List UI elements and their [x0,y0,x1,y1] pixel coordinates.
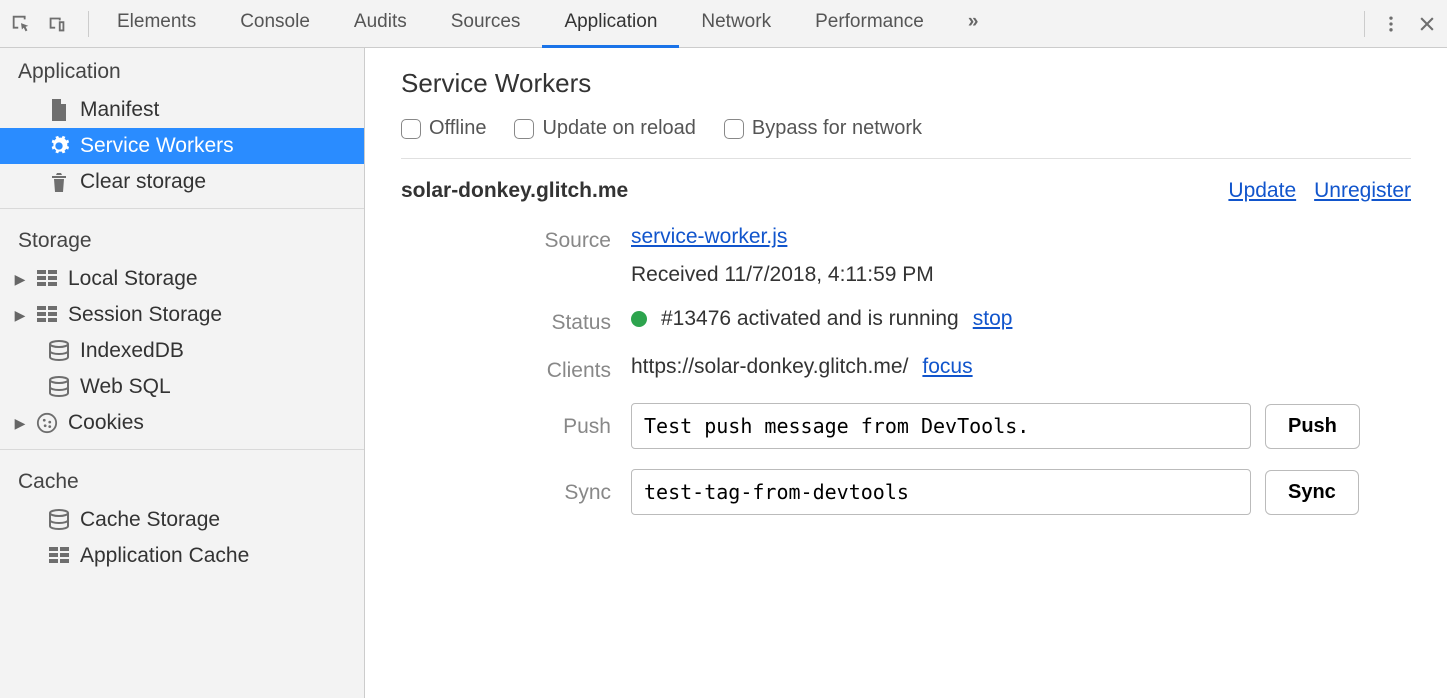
menu-icon[interactable] [1381,14,1401,34]
stop-link[interactable]: stop [973,307,1013,331]
sidebar-item-local-storage[interactable]: ▶ Local Storage [0,261,364,297]
sidebar-item-clear-storage[interactable]: Clear storage [0,164,364,200]
sync-button[interactable]: Sync [1265,470,1359,515]
bypass-label: Bypass for network [752,117,922,140]
sidebar-item-cookies[interactable]: ▶ Cookies [0,405,364,441]
device-toggle-icon[interactable] [46,13,68,35]
panel-heading: Service Workers [401,68,1411,99]
tab-console[interactable]: Console [218,0,332,48]
sidebar-item-label: Local Storage [68,267,198,291]
checkbox-icon[interactable] [401,119,421,139]
unregister-link[interactable]: Unregister [1314,179,1411,203]
database-icon [48,340,70,362]
toolbar-separator [1364,11,1365,37]
grid-icon [36,268,58,290]
tab-application[interactable]: Application [542,0,679,48]
trash-icon [48,171,70,193]
status-dot-icon [631,311,647,327]
tab-elements[interactable]: Elements [95,0,218,48]
devtools-toolbar: Elements Console Audits Sources Applicat… [0,0,1447,48]
sw-origin: solar-donkey.glitch.me [401,179,628,203]
source-file-link[interactable]: service-worker.js [631,225,1411,249]
chevron-right-icon: ▶ [14,307,26,324]
offline-option[interactable]: Offline [401,117,486,140]
chevron-right-icon: ▶ [14,271,26,288]
source-received: Received 11/7/2018, 4:11:59 PM [631,263,1411,287]
focus-link[interactable]: focus [922,355,972,379]
sidebar-item-session-storage[interactable]: ▶ Session Storage [0,297,364,333]
update-on-reload-label: Update on reload [542,117,695,140]
options-row: Offline Update on reload Bypass for netw… [401,117,1411,159]
database-icon [48,376,70,398]
update-link[interactable]: Update [1228,179,1296,203]
sidebar-item-label: Clear storage [80,170,206,194]
status-label: Status [401,307,631,335]
chevron-right-icon: ▶ [14,415,26,432]
push-button[interactable]: Push [1265,404,1360,449]
source-label: Source [401,225,631,253]
checkbox-icon[interactable] [724,119,744,139]
sidebar-item-label: Service Workers [80,134,234,158]
clients-label: Clients [401,355,631,383]
database-icon [48,509,70,531]
sidebar-section-storage: Storage [0,217,364,261]
sidebar-section-cache: Cache [0,458,364,502]
tab-performance[interactable]: Performance [793,0,946,48]
sidebar-item-label: Session Storage [68,303,222,327]
sidebar-section-application: Application [0,48,364,92]
sidebar-item-service-workers[interactable]: Service Workers [0,128,364,164]
inspect-icon[interactable] [10,13,32,35]
sidebar-item-indexeddb[interactable]: IndexedDB [0,333,364,369]
tab-audits[interactable]: Audits [332,0,429,48]
sidebar-item-label: Cache Storage [80,508,220,532]
bypass-option[interactable]: Bypass for network [724,117,922,140]
tab-sources[interactable]: Sources [429,0,543,48]
sidebar-item-cache-storage[interactable]: Cache Storage [0,502,364,538]
sync-label: Sync [401,469,631,505]
service-workers-panel: Service Workers Offline Update on reload… [365,48,1447,698]
sidebar-item-label: Application Cache [80,544,249,568]
push-input[interactable] [631,403,1251,449]
status-text: #13476 activated and is running [661,307,959,331]
sidebar-item-label: Manifest [80,98,159,122]
application-sidebar: Application Manifest Service Workers Cle… [0,48,365,698]
update-on-reload-option[interactable]: Update on reload [514,117,695,140]
toolbar-separator [88,11,89,37]
sync-input[interactable] [631,469,1251,515]
client-url: https://solar-donkey.glitch.me/ [631,355,908,379]
cookie-icon [36,412,58,434]
grid-icon [48,545,70,567]
document-icon [48,99,70,121]
offline-label: Offline [429,117,486,140]
sidebar-item-label: IndexedDB [80,339,184,363]
gear-icon [48,135,70,157]
sidebar-item-application-cache[interactable]: Application Cache [0,538,364,574]
devtools-tabs: Elements Console Audits Sources Applicat… [95,0,1358,48]
checkbox-icon[interactable] [514,119,534,139]
sidebar-item-manifest[interactable]: Manifest [0,92,364,128]
tab-network[interactable]: Network [679,0,793,48]
push-label: Push [401,403,631,439]
tabs-overflow-icon[interactable]: » [946,0,1001,48]
close-icon[interactable] [1417,14,1437,34]
sidebar-item-label: Web SQL [80,375,171,399]
sidebar-item-label: Cookies [68,411,144,435]
sidebar-item-websql[interactable]: Web SQL [0,369,364,405]
grid-icon [36,304,58,326]
